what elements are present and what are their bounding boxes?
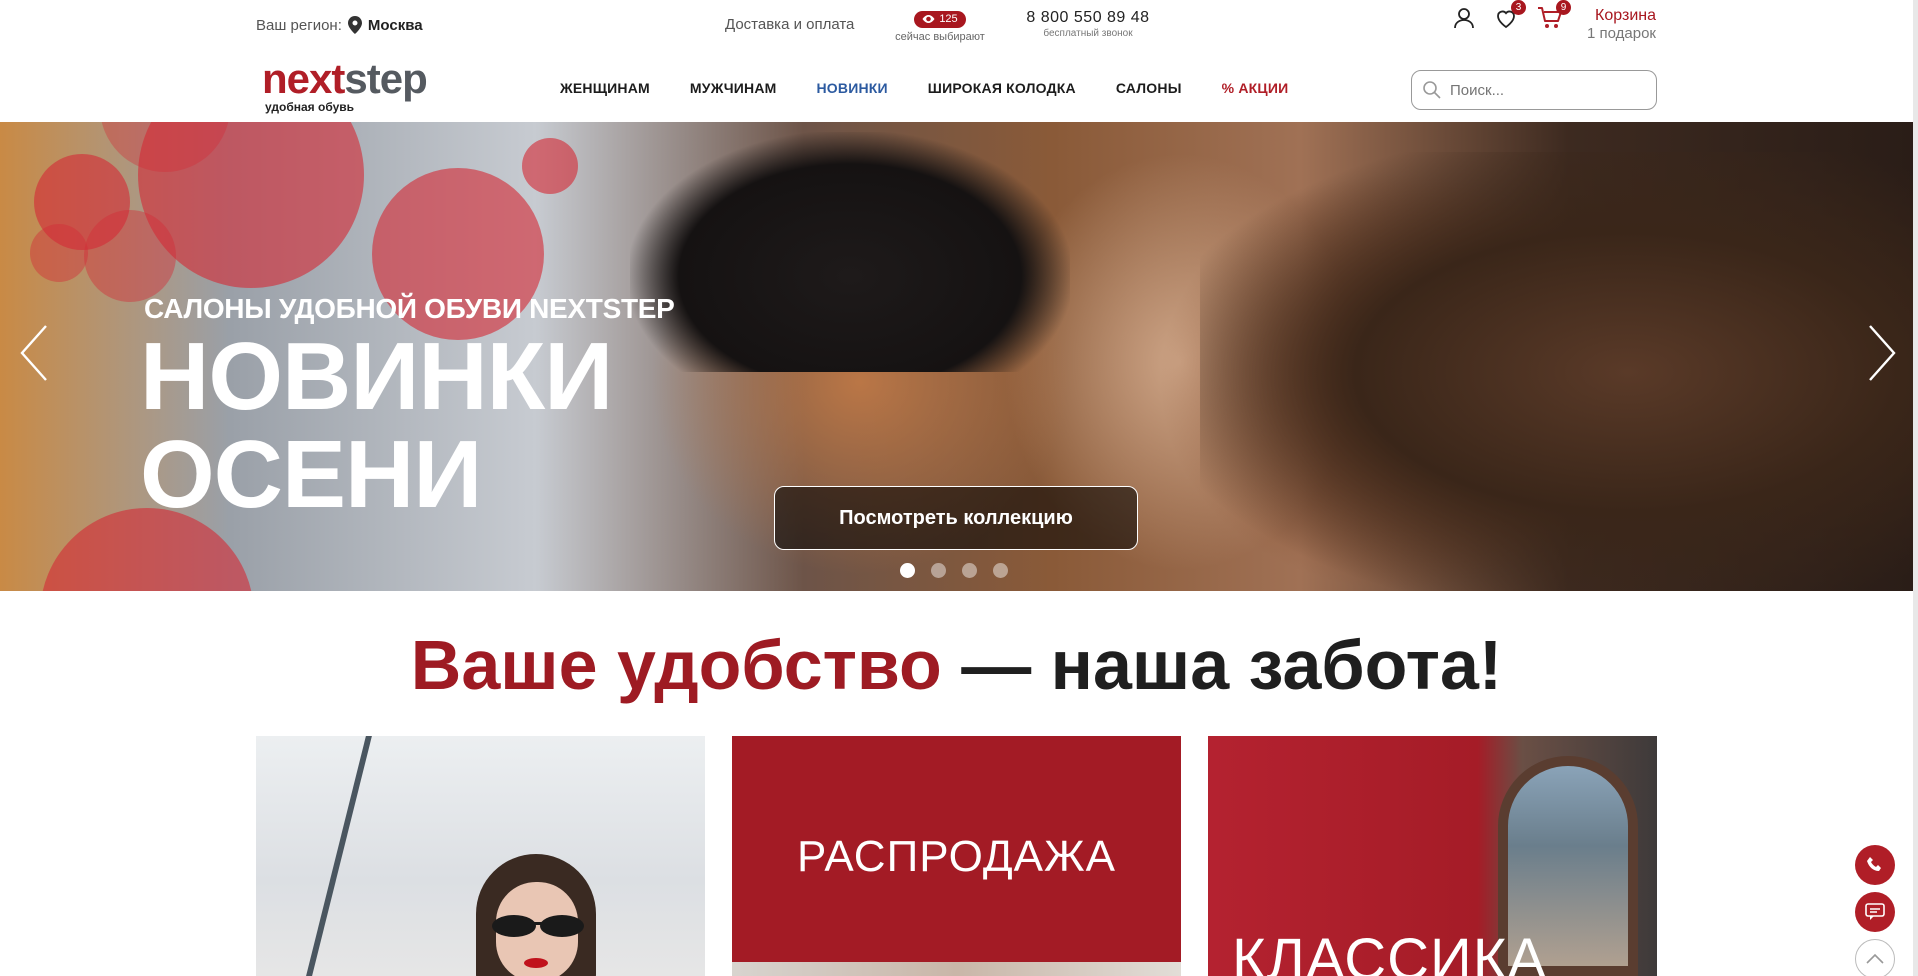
main-nav: ЖЕНЩИНАМ МУЖЧИНАМ НОВИНКИ ШИРОКАЯ КОЛОДК…	[560, 80, 1328, 96]
phone-icon	[1867, 857, 1881, 871]
slider-dot-4[interactable]	[993, 563, 1008, 578]
nav-sale[interactable]: % АКЦИИ	[1222, 80, 1289, 96]
viewers-badge: 125	[914, 10, 966, 28]
slider-prev-arrow-icon[interactable]	[16, 318, 56, 388]
tagline-red: Ваше удобство	[410, 626, 942, 704]
logo-next: next	[262, 55, 345, 102]
wishlist-badge: 3	[1511, 0, 1526, 15]
logo-step: step	[344, 55, 427, 102]
cart-button[interactable]: 9	[1537, 0, 1571, 30]
phone-block[interactable]: 8 800 550 89 48 бесплатный звонок	[1018, 9, 1158, 39]
page-scrollbar[interactable]	[1913, 0, 1918, 976]
chat-button[interactable]	[1855, 892, 1895, 932]
promo-tile-sale[interactable]: РАСПРОДАЖА	[732, 736, 1181, 976]
nav-women[interactable]: ЖЕНЩИНАМ	[560, 80, 650, 96]
cart-badge: 9	[1556, 0, 1571, 15]
hero-title-line2: ОСЕНИ	[140, 421, 482, 528]
tile-sale-label: РАСПРОДАЖА	[797, 832, 1116, 881]
chat-icon	[1865, 903, 1885, 920]
slider-dot-1[interactable]	[900, 563, 915, 578]
region-city[interactable]: Москва	[368, 17, 423, 34]
nav-wide-last[interactable]: ШИРОКАЯ КОЛОДКА	[928, 80, 1076, 96]
decor-bubble	[84, 210, 176, 302]
hero-title-line1: НОВИНКИ	[140, 323, 613, 430]
user-account-icon[interactable]	[1452, 6, 1476, 30]
tile-photo-rail	[306, 736, 372, 976]
tile-photo-lips	[524, 958, 548, 968]
region-selector[interactable]: Ваш регион: Москва	[256, 16, 423, 34]
hero-slider: САЛОНЫ УДОБНОЙ ОБУВИ NEXTSTEP НОВИНКИ ОС…	[0, 122, 1913, 591]
phone-caption: бесплатный звонок	[1043, 28, 1133, 39]
slider-dot-2[interactable]	[931, 563, 946, 578]
sunglasses-graphic	[492, 915, 584, 937]
nav-salons[interactable]: САЛОНЫ	[1116, 80, 1182, 96]
view-collection-button[interactable]: Посмотреть коллекцию	[774, 486, 1138, 550]
promo-tile-women[interactable]	[256, 736, 705, 976]
delivery-link[interactable]: Доставка и оплата	[725, 16, 854, 33]
callback-button[interactable]	[1855, 845, 1895, 885]
section-tagline: Ваше удобство — наша забота!	[0, 620, 1913, 710]
chevron-up-icon	[1866, 953, 1884, 964]
viewers-count: 125	[939, 13, 958, 25]
viewers-counter: 125 сейчас выбирают	[892, 10, 988, 43]
hero-photo-sweater	[1200, 152, 1913, 591]
slider-next-arrow-icon[interactable]	[1860, 318, 1900, 388]
viewers-caption: сейчас выбирают	[895, 31, 985, 43]
slider-dot-3[interactable]	[962, 563, 977, 578]
tagline-dark: — наша забота!	[941, 626, 1503, 704]
search-icon[interactable]	[1422, 80, 1442, 100]
logo-tagline: удобная обувь	[265, 100, 355, 114]
decor-bubble	[522, 138, 578, 194]
tile-sale-photo	[732, 962, 1181, 976]
hero-title: НОВИНКИ ОСЕНИ	[140, 323, 613, 528]
location-pin-icon	[347, 16, 362, 34]
hero-subtitle: САЛОНЫ УДОБНОЙ ОБУВИ NEXTSTEP	[144, 293, 675, 324]
region-label: Ваш регион:	[256, 16, 342, 34]
phone-number[interactable]: 8 800 550 89 48	[1018, 9, 1158, 27]
logo-wordmark: nextstep	[262, 58, 452, 100]
site-logo[interactable]: nextstep удобная обувь	[262, 58, 452, 118]
search-box[interactable]	[1411, 70, 1657, 110]
scroll-top-button[interactable]	[1855, 939, 1895, 976]
cart-label[interactable]: Корзина	[1570, 7, 1656, 25]
slider-dots	[900, 563, 1008, 578]
cart-gift-text: 1 подарок	[1587, 25, 1656, 42]
nav-men[interactable]: МУЖЧИНАМ	[690, 80, 777, 96]
decor-bubble	[30, 224, 88, 282]
top-bar: Ваш регион: Москва Доставка и оплата 125…	[0, 0, 1918, 50]
tile-classic-label: КЛАССИКА	[1232, 927, 1548, 976]
wishlist-button[interactable]: 3	[1494, 0, 1526, 30]
search-input[interactable]	[1450, 81, 1650, 99]
cart-summary[interactable]: Корзина 1 подарок	[1570, 7, 1656, 43]
hero-photo-hat	[630, 132, 1070, 372]
nav-new[interactable]: НОВИНКИ	[817, 80, 888, 96]
eye-icon	[922, 15, 935, 23]
promo-tile-classic[interactable]: КЛАССИКА	[1208, 736, 1657, 976]
